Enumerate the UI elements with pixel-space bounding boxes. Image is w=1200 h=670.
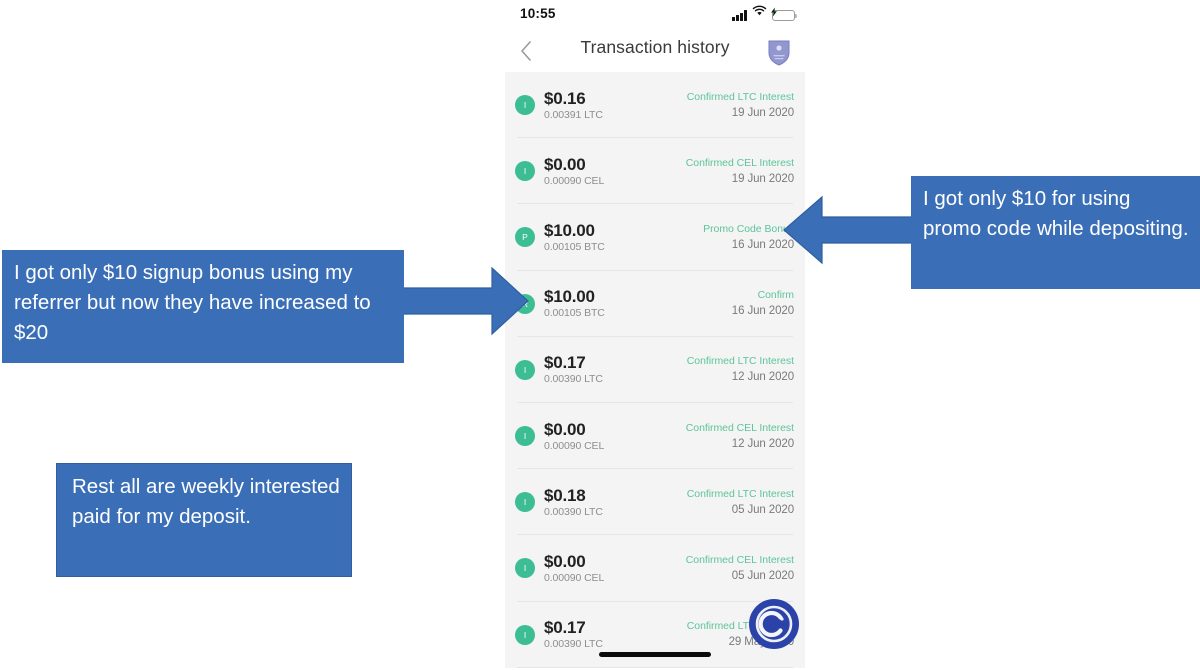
transaction-crypto-amount: 0.00090 CEL: [544, 174, 605, 187]
annotation-weekly-interest: Rest all are weekly interested paid for …: [56, 463, 352, 577]
transaction-row[interactable]: I $0.17 0.00390 LTC Confirmed LTC Intere…: [505, 337, 805, 404]
transaction-type: Confirmed CEL Interest: [685, 421, 794, 434]
transaction-crypto-amount: 0.00390 LTC: [544, 505, 603, 518]
transaction-meta: Confirmed CEL Interest 19 Jun 2020: [686, 155, 794, 188]
transaction-amount: $10.00: [544, 220, 595, 240]
status-bar: 10:55: [505, 0, 805, 30]
transaction-amounts: $10.00 0.00105 BTC: [544, 221, 703, 254]
transaction-meta: Promo Code Bonus 16 Jun 2020: [703, 221, 794, 254]
annotation-signup-bonus: I got only $10 signup bonus using my ref…: [2, 250, 404, 363]
transaction-row[interactable]: I $0.00 0.00090 CEL Confirmed CEL Intere…: [505, 535, 805, 602]
transaction-crypto-amount: 0.00391 LTC: [544, 108, 603, 121]
signal-icon: [732, 10, 747, 21]
annotation-promo-code: I got only $10 for using promo code whil…: [911, 176, 1200, 289]
arrow-left-to-promo-row: [783, 195, 914, 265]
transaction-date: 12 Jun 2020: [731, 371, 794, 384]
transaction-amount: $0.00: [544, 551, 586, 571]
transaction-crypto-amount: 0.00105 BTC: [544, 240, 605, 253]
transaction-type: Promo Code Bonus: [703, 222, 794, 235]
transaction-amount: $0.16: [544, 88, 586, 108]
transaction-type: Confirmed LTC Interest: [686, 90, 794, 103]
transaction-amounts: $0.00 0.00090 CEL: [544, 420, 686, 453]
transaction-type: Confirmed CEL Interest: [685, 553, 794, 566]
copyright-watermark: [748, 598, 800, 650]
transaction-crypto-amount: 0.00090 CEL: [544, 571, 605, 584]
transaction-row[interactable]: I $0.00 0.00090 CEL Confirmed CEL Intere…: [505, 403, 805, 470]
phone-screenshot: 10:55 Transaction history I $0.16 0.0039…: [505, 0, 805, 670]
transaction-date: 05 Jun 2020: [731, 569, 794, 582]
transaction-meta: Confirm 16 Jun 2020: [732, 287, 794, 320]
transaction-type: Confirm: [757, 289, 794, 302]
transaction-badge: I: [515, 624, 535, 645]
transaction-type: Confirmed LTC Interest: [686, 487, 794, 500]
wifi-icon: [752, 3, 767, 21]
transaction-badge: I: [515, 558, 535, 579]
transaction-amounts: $0.16 0.00391 LTC: [544, 89, 687, 122]
transaction-amounts: $10.00 0.00105 BTC: [544, 287, 732, 320]
transaction-date: 19 Jun 2020: [731, 172, 794, 185]
transaction-meta: Confirmed LTC Interest 05 Jun 2020: [687, 486, 794, 519]
transaction-amounts: $0.17 0.00390 LTC: [544, 353, 687, 386]
transaction-date: 12 Jun 2020: [731, 437, 794, 450]
transaction-amount: $10.00: [544, 287, 595, 307]
nav-bar: Transaction history: [505, 30, 805, 72]
page-title: Transaction history: [580, 37, 730, 57]
arrow-right-to-referral-row: [400, 266, 529, 336]
transaction-amount: $0.17: [544, 618, 586, 638]
home-indicator: [599, 652, 711, 657]
transaction-date: 05 Jun 2020: [731, 503, 794, 516]
transaction-amounts: $0.18 0.00390 LTC: [544, 486, 687, 519]
transaction-badge: P: [515, 227, 535, 248]
transaction-badge: I: [515, 426, 535, 447]
transaction-type: Confirmed LTC Interest: [686, 355, 794, 368]
transaction-amount: $0.17: [544, 353, 586, 373]
transaction-meta: Confirmed CEL Interest 12 Jun 2020: [686, 420, 794, 453]
transaction-type: Confirmed CEL Interest: [685, 156, 794, 169]
transaction-amount: $0.00: [544, 419, 586, 439]
transaction-crypto-amount: 0.00090 CEL: [544, 439, 605, 452]
transaction-badge: I: [515, 359, 535, 380]
transaction-crypto-amount: 0.00390 LTC: [544, 373, 603, 386]
transaction-list[interactable]: I $0.16 0.00391 LTC Confirmed LTC Intere…: [505, 72, 805, 668]
transaction-row[interactable]: I $0.18 0.00390 LTC Confirmed LTC Intere…: [505, 469, 805, 536]
transaction-amounts: $0.00 0.00090 CEL: [544, 155, 686, 188]
transaction-meta: Confirmed LTC Interest 19 Jun 2020: [687, 89, 794, 122]
transaction-date: 19 Jun 2020: [731, 106, 794, 119]
transaction-meta: Confirmed LTC Interest 12 Jun 2020: [687, 353, 794, 386]
transaction-amount: $0.00: [544, 154, 586, 174]
transaction-amounts: $0.17 0.00390 LTC: [544, 618, 687, 651]
celsius-shield-logo: [765, 36, 793, 66]
transaction-row[interactable]: I $0.16 0.00391 LTC Confirmed LTC Intere…: [505, 72, 805, 139]
transaction-badge: I: [515, 95, 535, 116]
transaction-amounts: $0.00 0.00090 CEL: [544, 552, 686, 585]
transaction-amount: $0.18: [544, 485, 586, 505]
transaction-row[interactable]: I $0.00 0.00090 CEL Confirmed CEL Intere…: [505, 138, 805, 205]
transaction-row[interactable]: P $10.00 0.00105 BTC Promo Code Bonus 16…: [505, 204, 805, 271]
battery-charging-icon: [771, 7, 798, 21]
status-bar-time: 10:55: [520, 6, 556, 21]
status-bar-icons: [732, 5, 798, 21]
transaction-badge: I: [515, 161, 535, 182]
transaction-badge: I: [515, 492, 535, 513]
transaction-meta: Confirmed CEL Interest 05 Jun 2020: [686, 552, 794, 585]
transaction-crypto-amount: 0.00390 LTC: [544, 638, 603, 651]
transaction-crypto-amount: 0.00105 BTC: [544, 307, 605, 320]
transaction-date: 16 Jun 2020: [731, 238, 794, 251]
transaction-date: 16 Jun 2020: [731, 305, 794, 318]
transaction-row[interactable]: R $10.00 0.00105 BTC Confirm 16 Jun 2020: [505, 271, 805, 337]
